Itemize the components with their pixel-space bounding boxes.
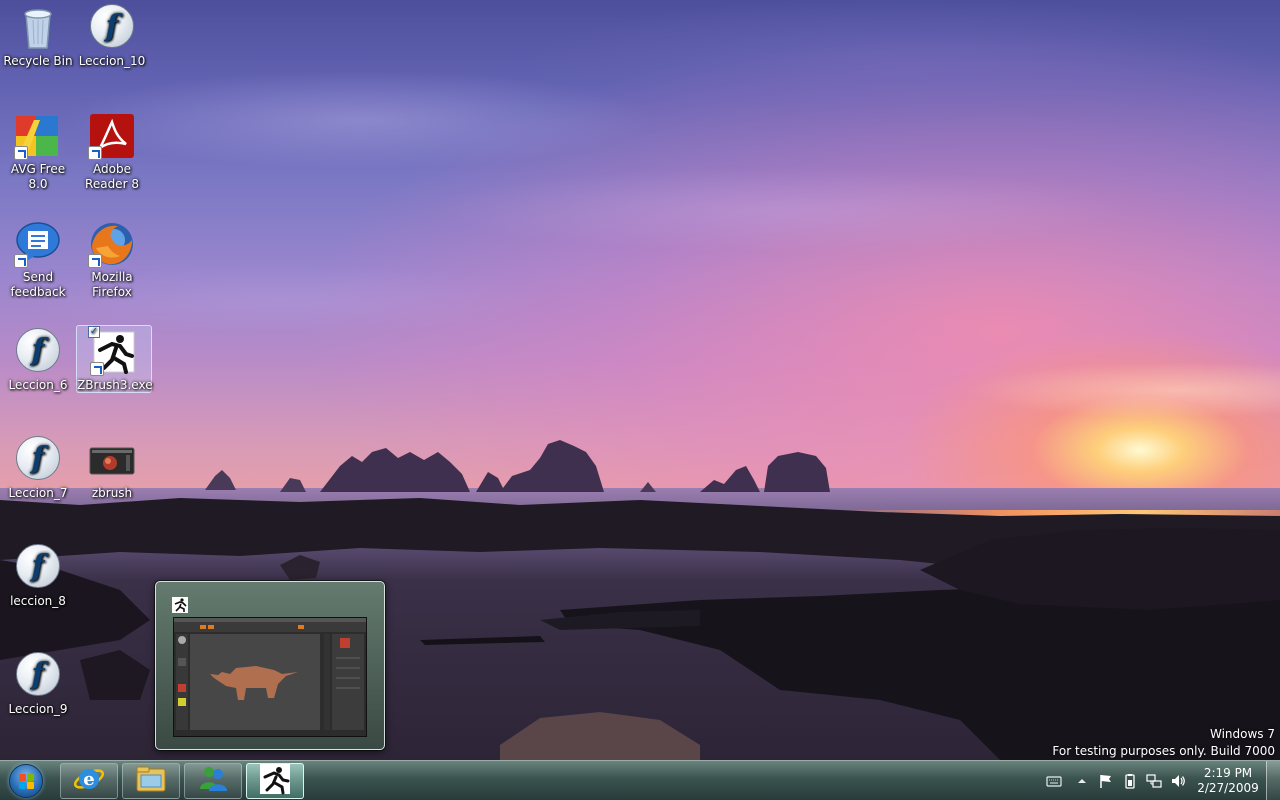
desktop-icon-leccion-8[interactable]: f leccion_8	[0, 542, 76, 609]
flash-icon: f	[14, 328, 62, 376]
desktop-icon-leccion-9[interactable]: f Leccion_9	[0, 650, 76, 717]
zbrush-icon	[172, 597, 188, 613]
shortcut-arrow-icon	[90, 362, 104, 376]
thumbnail-window-preview[interactable]	[173, 617, 367, 737]
desktop-icon-leccion-10[interactable]: f Leccion_10	[74, 2, 150, 69]
clock-time: 2:19 PM	[1203, 766, 1253, 780]
desktop-icon-adobe-reader[interactable]: Adobe Reader 8	[74, 110, 150, 192]
windows-start-orb-icon	[9, 764, 43, 798]
icon-label: Recycle Bin	[3, 54, 73, 68]
taskbar-button-windows-live-messenger[interactable]	[184, 763, 242, 799]
show-desktop-button[interactable]	[1266, 761, 1280, 800]
show-hidden-icons-icon[interactable]	[1074, 773, 1090, 789]
svg-text:e: e	[83, 769, 94, 790]
icon-label: Leccion_6	[8, 378, 68, 392]
icon-label: AVG Free 8.0	[10, 162, 66, 191]
shortcut-arrow-icon	[88, 254, 102, 268]
desktop-icon-zbrush[interactable]: zbrush	[74, 434, 150, 501]
icon-label: ZBrush3.exe	[77, 378, 153, 392]
network-icon[interactable]	[1146, 773, 1162, 789]
firefox-icon	[88, 220, 136, 268]
icon-label: Mozilla Firefox	[91, 270, 133, 299]
desktop-icon-recycle-bin[interactable]: Recycle Bin	[0, 2, 76, 69]
desktop-icon-leccion-6[interactable]: f Leccion_6	[0, 326, 76, 393]
action-center-flag-icon[interactable]	[1098, 773, 1114, 789]
recycle-bin-icon	[14, 4, 62, 52]
icon-label: Adobe Reader 8	[85, 162, 139, 191]
keyboard-icon[interactable]	[1046, 773, 1062, 789]
shortcut-arrow-icon	[88, 146, 102, 160]
system-clock[interactable]: 2:19 PM 2/27/2009	[1196, 766, 1260, 796]
zbrush-image-icon	[88, 436, 136, 484]
desktop-icon-leccion-7[interactable]: f Leccion_7	[0, 434, 76, 501]
zbrush-icon: ✓	[88, 326, 138, 376]
flash-icon: f	[88, 4, 136, 52]
icon-label: Send feedback	[10, 270, 66, 299]
taskbar-button-windows-explorer[interactable]	[122, 763, 180, 799]
shortcut-arrow-icon	[14, 146, 28, 160]
volume-icon[interactable]	[1170, 773, 1186, 789]
avg-icon	[14, 112, 62, 160]
icon-label: leccion_8	[10, 594, 66, 608]
taskbar: e 2:19 PM 2/27/2009	[0, 760, 1280, 800]
icon-label: Leccion_7	[8, 486, 68, 500]
icon-label: zbrush	[91, 486, 133, 500]
desktop-icon-mozilla-firefox[interactable]: Mozilla Firefox	[74, 218, 150, 300]
checkbox-icon[interactable]: ✓	[88, 326, 100, 338]
desktop-icon-send-feedback[interactable]: Send feedback	[0, 218, 76, 300]
windows-live-messenger-icon	[197, 763, 229, 799]
taskbar-button-zbrush[interactable]	[246, 763, 304, 799]
shortcut-arrow-icon	[14, 254, 28, 268]
adobe-reader-icon	[88, 112, 136, 160]
icon-label: Leccion_10	[78, 54, 146, 68]
windows-explorer-icon	[135, 763, 167, 799]
flash-icon: f	[14, 544, 62, 592]
watermark-product: Windows 7	[1209, 727, 1275, 741]
start-button[interactable]	[4, 762, 48, 800]
internet-explorer-icon: e	[73, 763, 105, 799]
watermark-build: For testing purposes only. Build 7000	[1052, 744, 1275, 758]
clock-date: 2/27/2009	[1197, 781, 1259, 795]
icon-label: Leccion_9	[8, 702, 68, 716]
windows-build-watermark: Windows 7 For testing purposes only. Bui…	[1052, 726, 1275, 760]
feedback-icon	[14, 220, 62, 268]
battery-icon[interactable]	[1122, 773, 1138, 789]
taskbar-thumbnail-preview[interactable]	[155, 581, 385, 750]
desktop-icon-avg[interactable]: AVG Free 8.0	[0, 110, 76, 192]
flash-icon: f	[14, 436, 62, 484]
taskbar-button-internet-explorer[interactable]: e	[60, 763, 118, 799]
flash-icon: f	[14, 652, 62, 700]
desktop-icon-zbrush3-exe[interactable]: ✓ ZBrush3.exe	[76, 325, 153, 393]
zbrush-icon	[259, 763, 291, 799]
